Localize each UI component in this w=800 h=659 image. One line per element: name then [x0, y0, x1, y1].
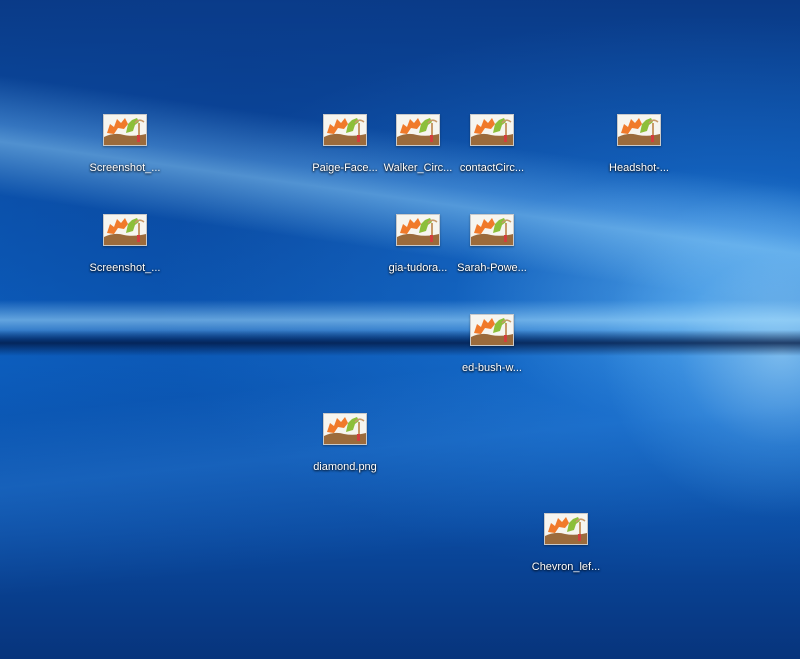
image-file-icon: [470, 214, 514, 246]
desktop-icon-label: contactCirc...: [459, 162, 525, 174]
desktop-icon-chevron-left[interactable]: Chevron_lef...: [529, 513, 603, 574]
wallpaper-shadow-band: [0, 330, 800, 356]
desktop-icon-label: Walker_Circ...: [383, 162, 453, 174]
desktop-icon-ed-bush[interactable]: ed-bush-w...: [455, 314, 529, 375]
desktop-icon-label: Screenshot_...: [89, 162, 161, 174]
desktop-icon-label: ed-bush-w...: [462, 362, 522, 374]
desktop-icon-contact-circ[interactable]: contactCirc...: [455, 114, 529, 175]
desktop-icon-label: Chevron_lef...: [531, 561, 601, 573]
desktop-icon-sarah-powe[interactable]: Sarah-Powe...: [455, 214, 529, 275]
desktop-icon-screenshot-2[interactable]: Screenshot_...: [88, 214, 162, 275]
image-file-icon: [470, 114, 514, 146]
wallpaper-light-beam: [0, 325, 800, 600]
wallpaper-light-beam: [0, 300, 800, 340]
image-file-icon: [470, 314, 514, 346]
wallpaper-glow: [600, 180, 800, 520]
image-file-icon: [544, 513, 588, 545]
desktop-icon-walker-circ[interactable]: Walker_Circ...: [381, 114, 455, 175]
desktop-icon-label: Headshot-...: [609, 162, 669, 174]
desktop-icon-label: Screenshot_...: [89, 262, 161, 274]
image-file-icon: [103, 214, 147, 246]
image-file-icon: [396, 114, 440, 146]
desktop-icon-label: Paige-Face...: [312, 162, 378, 174]
desktop-icon-label: diamond.png: [313, 461, 377, 473]
desktop[interactable]: Screenshot_... Screenshot_... Paige-Face…: [0, 0, 800, 659]
desktop-icon-diamond[interactable]: diamond.png: [308, 413, 382, 474]
desktop-icon-screenshot-1[interactable]: Screenshot_...: [88, 114, 162, 175]
image-file-icon: [103, 114, 147, 146]
image-file-icon: [323, 114, 367, 146]
desktop-icon-gia-tudora[interactable]: gia-tudora...: [381, 214, 455, 275]
desktop-icon-label: gia-tudora...: [388, 262, 448, 274]
image-file-icon: [617, 114, 661, 146]
wallpaper-light-beam: [0, 70, 800, 317]
desktop-icon-label: Sarah-Powe...: [457, 262, 527, 274]
image-file-icon: [396, 214, 440, 246]
image-file-icon: [323, 413, 367, 445]
desktop-icon-paige-face[interactable]: Paige-Face...: [308, 114, 382, 175]
desktop-icon-headshot[interactable]: Headshot-...: [602, 114, 676, 175]
